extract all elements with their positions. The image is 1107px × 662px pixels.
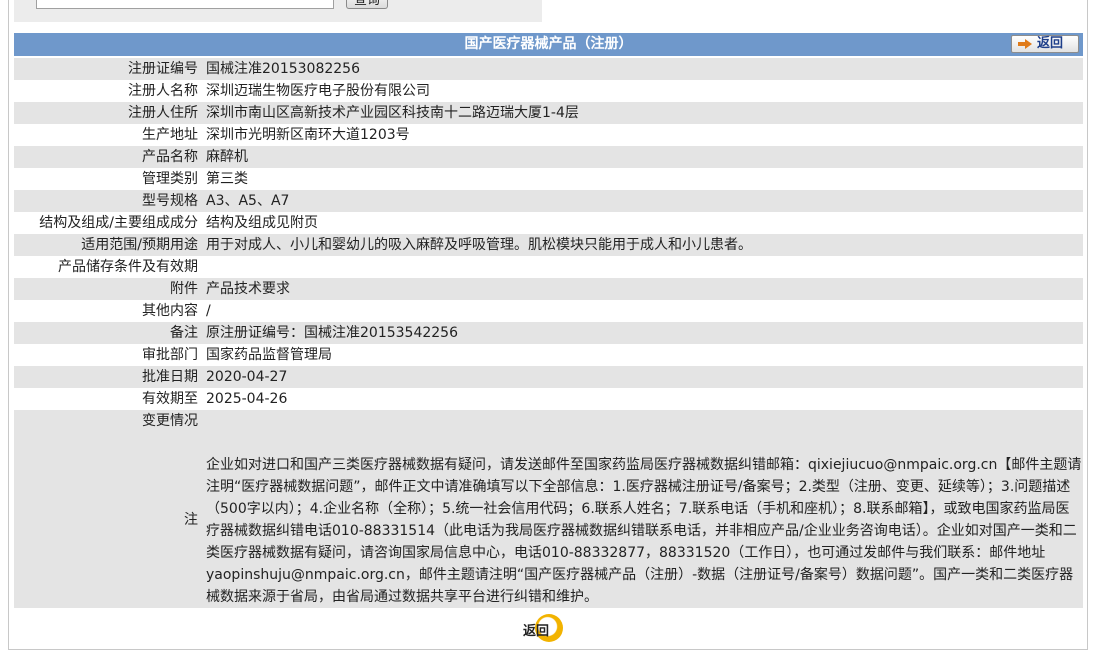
field-label: 有效期至 xyxy=(142,391,198,407)
search-panel: 查询 xyxy=(14,0,542,22)
field-value: 2020-04-27 xyxy=(206,366,1083,388)
field-value: 第三类 xyxy=(206,171,248,187)
field-label: 产品储存条件及有效期 xyxy=(58,259,198,275)
table-row: 注册人住所 深圳市南山区高新技术产业园区科技南十二路迈瑞大厦1-4层 xyxy=(14,102,1083,124)
field-label: 管理类别 xyxy=(142,171,198,187)
table-row: 生产地址 深圳市光明新区南环大道1203号 xyxy=(14,124,1083,146)
field-label: 备注 xyxy=(14,322,206,344)
table-row: 备注 原注册证编号：国械注准20153542256 xyxy=(14,322,1083,344)
field-value: 国械注准20153082256 xyxy=(206,58,1083,80)
table-row: 适用范围/预期用途 用于对成人、小儿和婴幼儿的吸入麻醉及呼吸管理。肌松模块只能用于… xyxy=(14,234,1083,256)
note-text: 企业如对进口和国产三类医疗器械数据有疑问，请发送邮件至国家药监局医疗器械数据纠错… xyxy=(206,432,1083,608)
table-row: 产品储存条件及有效期 xyxy=(14,256,1083,278)
field-label: 注册人名称 xyxy=(128,83,198,99)
field-label: 注册证编号 xyxy=(14,58,206,80)
table-row: 注册人名称 深圳迈瑞生物医疗电子股份有限公司 xyxy=(14,80,1083,102)
table-row: 有效期至 2025-04-26 xyxy=(14,388,1083,410)
table-row: 型号规格 A3、A5、A7 xyxy=(14,190,1083,212)
field-label: 注册人住所 xyxy=(14,102,206,124)
table-row: 产品名称 麻醉机 xyxy=(14,146,1083,168)
table-row: 其他内容 / xyxy=(14,300,1083,322)
field-value: 用于对成人、小儿和婴幼儿的吸入麻醉及呼吸管理。肌松模块只能用于成人和小儿患者。 xyxy=(206,234,1083,256)
field-value: A3、A5、A7 xyxy=(206,190,1083,212)
field-value: 原注册证编号：国械注准20153542256 xyxy=(206,322,1083,344)
field-value: 结构及组成见附页 xyxy=(206,215,318,231)
back-button-bottom-label: 返回 xyxy=(523,624,550,639)
field-label: 变更情况 xyxy=(14,410,206,432)
back-button-bottom[interactable]: 返回 xyxy=(521,612,575,648)
table-row: 结构及组成/主要组成成分 结构及组成见附页 xyxy=(14,212,1083,234)
search-input[interactable] xyxy=(36,0,334,9)
table-row: 注册证编号 国械注准20153082256 xyxy=(14,58,1083,80)
table-row: 附件 产品技术要求 xyxy=(14,278,1083,300)
note-row: 注企业如对进口和国产三类医疗器械数据有疑问，请发送邮件至国家药监局医疗器械数据纠… xyxy=(14,432,1083,608)
table-row: 管理类别 第三类 xyxy=(14,168,1083,190)
field-value: 国家药品监督管理局 xyxy=(206,347,332,363)
field-value: 产品技术要求 xyxy=(206,278,1083,300)
page-title-bar: 国产医疗器械产品（注册） 返回 xyxy=(14,33,1083,56)
field-label: 审批部门 xyxy=(142,347,198,363)
note-label: 注 xyxy=(14,432,206,608)
field-label: 型号规格 xyxy=(14,190,206,212)
back-button-top[interactable]: 返回 xyxy=(1011,35,1079,53)
field-label: 结构及组成/主要组成成分 xyxy=(39,215,198,231)
back-button-label: 返回 xyxy=(1037,36,1064,51)
table-row: 批准日期 2020-04-27 xyxy=(14,366,1083,388)
table-row: 变更情况 xyxy=(14,410,1083,432)
table-row: 审批部门 国家药品监督管理局 xyxy=(14,344,1083,366)
arrow-right-icon xyxy=(1018,39,1032,49)
field-value: 深圳市光明新区南环大道1203号 xyxy=(206,127,410,143)
field-value xyxy=(206,256,1083,278)
field-value: / xyxy=(206,303,211,319)
field-label: 适用范围/预期用途 xyxy=(14,234,206,256)
field-label: 生产地址 xyxy=(142,127,198,143)
field-label: 产品名称 xyxy=(14,146,206,168)
field-label: 附件 xyxy=(14,278,206,300)
page-title: 国产医疗器械产品（注册） xyxy=(464,36,633,52)
field-value xyxy=(206,410,1083,432)
registration-info-table: 注册证编号 国械注准20153082256 注册人名称 深圳迈瑞生物医疗电子股份有限公… xyxy=(14,58,1083,608)
field-value: 深圳市南山区高新技术产业园区科技南十二路迈瑞大厦1-4层 xyxy=(206,102,1083,124)
search-button[interactable]: 查询 xyxy=(346,0,388,9)
field-value: 2025-04-26 xyxy=(206,391,288,407)
field-label: 其他内容 xyxy=(142,303,198,319)
field-label: 批准日期 xyxy=(14,366,206,388)
field-value: 麻醉机 xyxy=(206,146,1083,168)
field-value: 深圳迈瑞生物医疗电子股份有限公司 xyxy=(206,83,430,99)
